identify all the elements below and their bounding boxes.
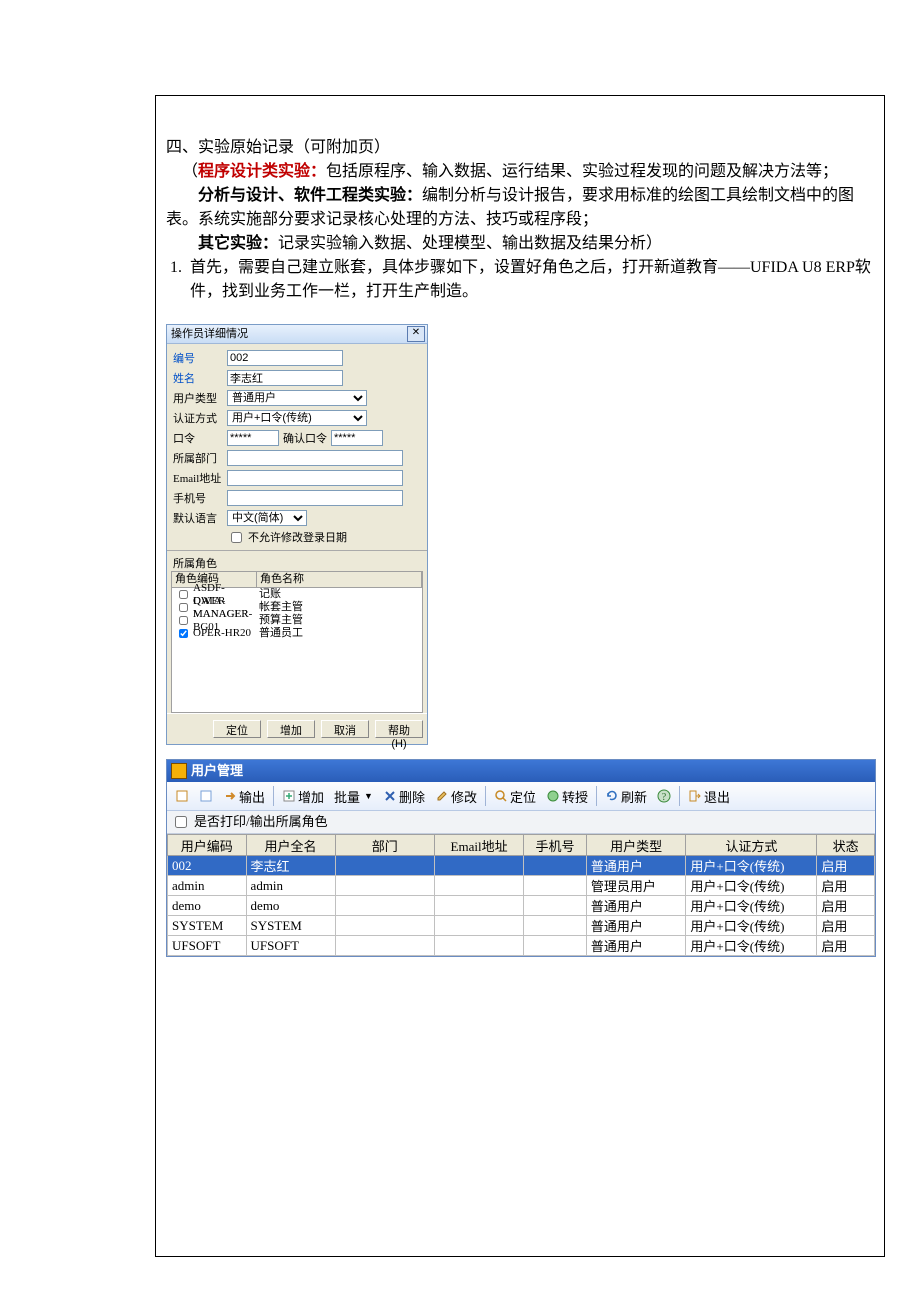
role-checkbox[interactable] (179, 590, 188, 599)
col-header[interactable]: 部门 (335, 835, 435, 856)
auth-select[interactable]: 用户+口令(传统) (227, 410, 367, 426)
label-auth: 认证方式 (173, 410, 227, 426)
label-confirm-password: 确认口令 (283, 430, 327, 446)
email-input[interactable] (227, 470, 403, 486)
heading-4: 四、实验原始记录（可附加页） (166, 136, 874, 160)
col-header[interactable]: Email地址 (435, 835, 524, 856)
col-header[interactable]: 状态 (817, 835, 875, 856)
operator-detail-dialog: 操作员详细情况 ✕ 编号 姓名 用户类型普通用户 认证方式用户+口令(传统) 口… (166, 324, 428, 745)
lang-select[interactable]: 中文(简体) (227, 510, 307, 526)
window-title-bar[interactable]: 用户管理 (167, 760, 875, 782)
print-roles-label: 是否打印/输出所属角色 (194, 811, 328, 833)
role-row[interactable]: OPER-HR20普通员工 (172, 627, 422, 640)
user-management-window: 用户管理 输出 增加 批量▼ 删除 修改 定位 转授 刷新 ? 退出 是否打印/… (166, 759, 876, 957)
confirm-password-input[interactable] (331, 430, 383, 446)
svg-text:?: ? (662, 792, 667, 803)
role-checkbox[interactable] (179, 629, 188, 638)
table-row[interactable]: adminadmin管理员用户用户+口令(传统)启用 (168, 876, 875, 896)
lock-date-checkbox[interactable] (231, 532, 242, 543)
app-icon (171, 763, 187, 779)
col-header[interactable]: 认证方式 (686, 835, 817, 856)
user-type-select[interactable]: 普通用户 (227, 390, 367, 406)
close-button[interactable]: ✕ (407, 326, 425, 342)
user-table[interactable]: 用户编码用户全名部门Email地址手机号用户类型认证方式状态 002李志红普通用… (167, 834, 875, 956)
exit-button[interactable]: 退出 (684, 785, 734, 808)
modify-button[interactable]: 修改 (431, 785, 481, 808)
dept-input[interactable] (227, 450, 403, 466)
password-input[interactable] (227, 430, 279, 446)
dialog-title: 操作员详细情况 (171, 328, 248, 340)
col-header[interactable]: 用户全名 (246, 835, 335, 856)
col-header[interactable]: 手机号 (524, 835, 587, 856)
locate-button[interactable]: 定位 (490, 785, 540, 808)
role-checkbox[interactable] (179, 603, 188, 612)
label-password: 口令 (173, 430, 227, 446)
delete-button[interactable]: 删除 (379, 785, 429, 808)
dialog-title-bar[interactable]: 操作员详细情况 ✕ (167, 325, 427, 344)
table-row[interactable]: SYSTEMSYSTEM普通用户用户+口令(传统)启用 (168, 916, 875, 936)
label-code: 编号 (173, 350, 227, 366)
chevron-down-icon: ▼ (364, 791, 373, 801)
refresh-button[interactable]: 刷新 (601, 785, 651, 808)
document-text: 四、实验原始记录（可附加页） （程序设计类实验：包括原程序、输入数据、运行结果、… (166, 136, 874, 304)
window-title: 用户管理 (191, 760, 243, 782)
toolbar: 输出 增加 批量▼ 删除 修改 定位 转授 刷新 ? 退出 (167, 782, 875, 811)
subbar: 是否打印/输出所属角色 (167, 811, 875, 834)
label-email: Email地址 (173, 470, 227, 486)
name-input[interactable] (227, 370, 343, 386)
table-row[interactable]: demodemo普通用户用户+口令(传统)启用 (168, 896, 875, 916)
label-name: 姓名 (173, 370, 227, 386)
label-phone: 手机号 (173, 490, 227, 506)
table-row[interactable]: UFSOFTUFSOFT普通用户用户+口令(传统)启用 (168, 936, 875, 956)
help-icon[interactable]: ? (653, 787, 675, 805)
batch-button[interactable]: 批量▼ (330, 785, 377, 808)
grant-button[interactable]: 转授 (542, 785, 592, 808)
export-button[interactable]: 输出 (219, 785, 269, 808)
col-role-name: 角色名称 (257, 572, 422, 587)
help-button[interactable]: 帮助(H) (375, 720, 423, 738)
label-roles: 所属角色 (173, 555, 227, 571)
roles-grid[interactable]: 角色编码角色名称 ASDF-QWER记账DATA-MANAGER帐套主管MANA… (171, 571, 423, 713)
col-header[interactable]: 用户编码 (168, 835, 247, 856)
role-row[interactable]: MANAGER-BG01预算主管 (172, 614, 422, 627)
label-dept: 所属部门 (173, 450, 227, 466)
toolbar-icon-2[interactable] (195, 787, 217, 805)
toolbar-icon-1[interactable] (171, 787, 193, 805)
label-user-type: 用户类型 (173, 390, 227, 406)
table-row[interactable]: 002李志红普通用户用户+口令(传统)启用 (168, 856, 875, 876)
add-button[interactable]: 增加 (278, 785, 328, 808)
label-lock-date: 不允许修改登录日期 (248, 529, 347, 545)
step-1: 1.首先，需要自己建立账套，具体步骤如下，设置好角色之后，打开新道教育——UFI… (166, 256, 874, 304)
print-roles-checkbox[interactable] (175, 816, 187, 828)
code-input[interactable] (227, 350, 343, 366)
add-button[interactable]: 增加 (267, 720, 315, 738)
role-checkbox[interactable] (179, 616, 188, 625)
col-header[interactable]: 用户类型 (586, 835, 686, 856)
locate-button[interactable]: 定位 (213, 720, 261, 738)
phone-input[interactable] (227, 490, 403, 506)
cancel-button[interactable]: 取消 (321, 720, 369, 738)
label-lang: 默认语言 (173, 510, 227, 526)
